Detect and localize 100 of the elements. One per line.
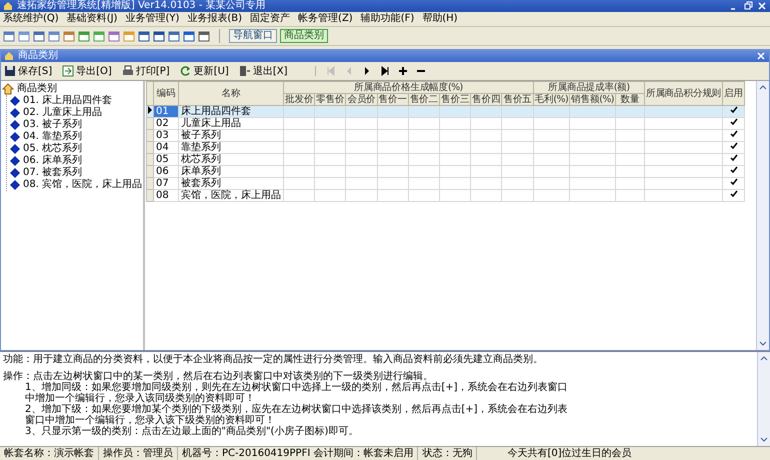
help-text: 操作：点击左边树状窗口中的某一类别，然后在右边列表窗口中对该类别的下一级类别进行编辑。 xyxy=(3,371,433,382)
check-icon[interactable] xyxy=(730,130,738,138)
menu-item[interactable]: 基础资料(J) xyxy=(66,13,118,25)
check-icon[interactable] xyxy=(730,118,738,126)
diamond-icon xyxy=(9,107,21,119)
status-text: 帐套名称：演示帐套 xyxy=(0,447,99,460)
toolbar-tab[interactable]: 导航窗口 xyxy=(229,29,277,43)
table-cell: 枕芯系列 xyxy=(178,154,284,166)
status-text: 机器号：PC-20160419PPFI 会计期间：帐套未启用 xyxy=(178,447,418,460)
printer-icon xyxy=(122,65,134,77)
table-row[interactable]: 04 靠垫系列 xyxy=(146,142,744,154)
table-cell: 儿童床上用品 xyxy=(178,118,284,130)
toolbar-button[interactable]: 保存[S] xyxy=(4,64,52,78)
diamond-icon xyxy=(9,131,21,143)
table-row[interactable]: 05 枕芯系列 xyxy=(146,154,744,166)
exit-door-icon xyxy=(238,65,251,77)
house-icon xyxy=(2,83,14,95)
table-cell: 床单系列 xyxy=(178,166,284,178)
toolbar-button[interactable]: 退出[X] xyxy=(238,64,288,78)
toolbar-button[interactable]: 更新[U] xyxy=(180,64,229,78)
status-text: 今天共有[0]位过生日的会员 xyxy=(506,447,633,460)
check-icon[interactable] xyxy=(730,166,738,174)
check-icon[interactable] xyxy=(730,178,738,186)
tree-item[interactable]: 06. 床单系列 xyxy=(23,155,82,167)
toolbar-window-icon[interactable] xyxy=(183,30,195,42)
table-cell: 08 xyxy=(154,190,178,202)
app-icon xyxy=(3,1,13,11)
column-group-header: 所属商品提成率(额) xyxy=(533,82,644,94)
check-icon[interactable] xyxy=(730,154,738,162)
table-cell: 06 xyxy=(154,166,178,178)
add-icon[interactable] xyxy=(398,66,408,76)
help-text: 2、增加下级：如果您要增加某个类别的下级类别，应先在左边树状窗口中选择该类别，然后再点击[+]，系统会在右边列表窗口中增加一个编辑行，您录入该下级类别的资料即可！ xyxy=(24,404,569,426)
toolbar-window-icon[interactable] xyxy=(108,30,120,42)
menu-item[interactable]: 帮助(H) xyxy=(422,13,458,25)
menu-item[interactable]: 业务报表(B) xyxy=(187,13,242,25)
column-header[interactable]: 销售额(%) xyxy=(570,94,616,106)
tree-item[interactable]: 07. 被套系列 xyxy=(23,167,82,179)
close-icon[interactable] xyxy=(756,51,766,61)
menu-item[interactable]: 系统维护(Q) xyxy=(3,13,59,25)
toolbar-window-icon[interactable] xyxy=(33,30,45,42)
table-row[interactable]: 01 床上用品四件套 xyxy=(146,106,744,118)
table-cell: 床上用品四件套 xyxy=(178,106,284,118)
restore-icon[interactable] xyxy=(743,1,753,11)
table-cell: 02 xyxy=(154,118,178,130)
menu-item[interactable]: 固定资产 xyxy=(250,13,290,25)
column-header[interactable]: 编码 xyxy=(154,82,178,106)
menu-item[interactable]: 业务管理(Y) xyxy=(125,13,180,25)
tree-item[interactable]: 01. 床上用品四件套 xyxy=(23,95,112,107)
app-icon xyxy=(4,51,14,61)
help-text: 功能：用于建立商品的分类资料，以便于本企业将商品按一定的属性进行分类管理。输入商品资料前必须先建立商品类别。 xyxy=(3,354,544,365)
status-text: 操作员：管理员 xyxy=(99,447,178,460)
toolbar-window-icon[interactable] xyxy=(3,30,15,42)
toolbar-window-icon[interactable] xyxy=(198,30,210,42)
tree-root[interactable]: 商品类别 xyxy=(17,83,57,95)
check-icon[interactable] xyxy=(730,190,738,198)
menu-item[interactable]: 帐务管理(Z) xyxy=(298,13,353,25)
toolbar-button[interactable]: 导出[O] xyxy=(62,64,112,78)
refresh-icon xyxy=(180,65,192,77)
toolbar-window-icon[interactable] xyxy=(48,30,60,42)
tree-item[interactable]: 05. 枕芯系列 xyxy=(23,143,82,155)
export-icon xyxy=(62,65,74,77)
table-cell: 宾馆，医院，床上用品 xyxy=(178,190,284,202)
diamond-icon xyxy=(9,155,21,167)
tree-item[interactable]: 02. 儿童床上用品 xyxy=(23,107,102,119)
toolbar-tab[interactable]: 商品类别 xyxy=(280,29,328,43)
toolbar-window-icon[interactable] xyxy=(63,30,75,42)
tree-item[interactable]: 03. 被子系列 xyxy=(23,119,82,131)
scrollbar[interactable] xyxy=(756,81,769,350)
last-record-icon[interactable] xyxy=(380,66,390,76)
diamond-icon xyxy=(9,95,21,107)
toolbar-window-icon[interactable] xyxy=(138,30,150,42)
table-row[interactable]: 08 宾馆，医院，床上用品 xyxy=(146,190,744,202)
diamond-icon xyxy=(9,179,21,191)
diamond-icon xyxy=(9,143,21,155)
toolbar-window-icon[interactable] xyxy=(78,30,90,42)
toolbar-window-icon[interactable] xyxy=(153,30,165,42)
help-text: 3、只显示第一级的类别：点击左边最上面的"商品类别"(小房子图标)即可。 xyxy=(24,426,360,437)
child-window-title: 商品类别 xyxy=(18,50,59,62)
table-cell: 靠垫系列 xyxy=(178,142,284,154)
table-row[interactable]: 07 被套系列 xyxy=(146,178,744,190)
status-text: 状态：无狗 xyxy=(418,447,478,460)
table-cell: 03 xyxy=(154,130,178,142)
table-row[interactable]: 06 床单系列 xyxy=(146,166,744,178)
toolbar-button[interactable]: 打印[P] xyxy=(122,64,170,78)
scrollbar[interactable] xyxy=(757,352,770,446)
tree-item[interactable]: 08. 宾馆，医院，床上用品 xyxy=(23,179,142,191)
check-icon[interactable] xyxy=(730,106,738,114)
table-row[interactable]: 02 儿童床上用品 xyxy=(146,118,744,130)
check-icon[interactable] xyxy=(730,142,738,150)
menu-item[interactable]: 辅助功能(F) xyxy=(360,13,414,25)
column-header[interactable]: 所属商品积分规则 xyxy=(644,82,723,106)
column-header[interactable]: 名称 xyxy=(178,82,284,106)
close-icon[interactable] xyxy=(757,1,767,11)
column-header[interactable]: 启用 xyxy=(722,82,744,106)
tree-item[interactable]: 04. 靠垫系列 xyxy=(23,131,82,143)
toolbar-window-icon[interactable] xyxy=(168,30,180,42)
table-cell: 07 xyxy=(154,178,178,190)
table-cell: 05 xyxy=(154,154,178,166)
table-cell: 04 xyxy=(154,142,178,154)
table-row[interactable]: 03 被子系列 xyxy=(146,130,744,142)
